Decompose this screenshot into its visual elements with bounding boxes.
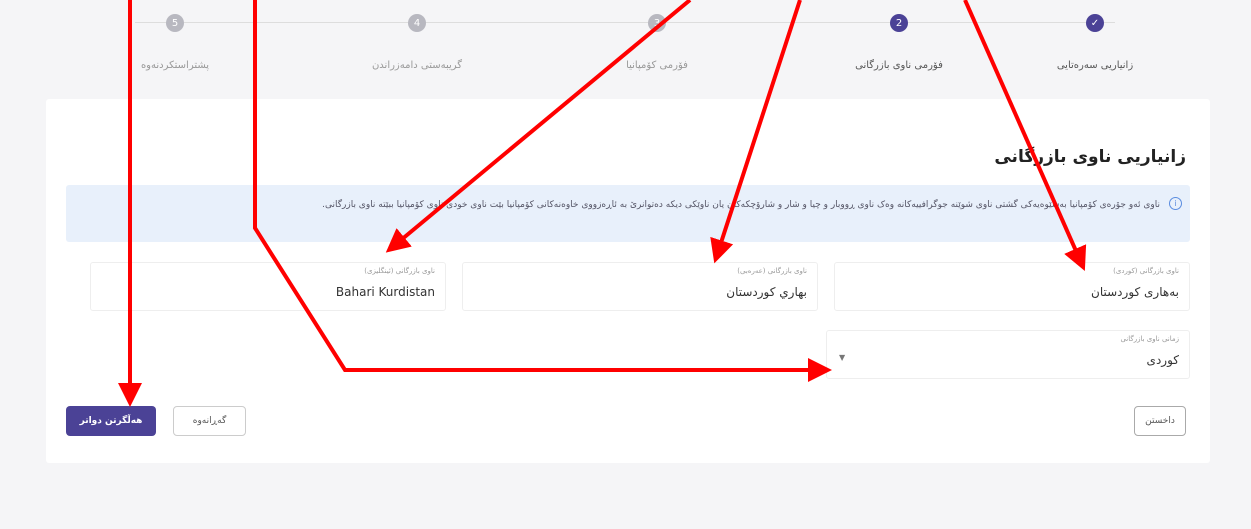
arabic-name-field[interactable]: ناوی بازرگانی (عەرەبی) بهاري كوردستان [462,262,818,311]
arabic-name-label: ناوی بازرگانی (عەرەبی) [737,267,807,275]
progress-stepper: ✓ زانیاریی سەرەتایی 2 فۆرمی ناوی بازرگان… [40,0,1210,96]
english-name-label: ناوی بازرگانی (ئینگلیزی) [364,267,435,275]
step-number: 2 [890,14,908,32]
step-number: 4 [408,14,426,32]
step-number: 5 [166,14,184,32]
chevron-down-icon[interactable]: ▼ [839,353,845,362]
language-select-value: کوردی [1146,353,1179,367]
step-label: فۆرمی کۆمپانیا [626,60,688,71]
arabic-name-value[interactable]: بهاري كوردستان [726,285,807,299]
step-5[interactable]: 5 پشتراستکردنەوە [80,14,270,71]
info-icon: i [1169,197,1182,210]
step-4[interactable]: 4 گریبەستی دامەزراندن [322,14,512,71]
kurdish-name-field[interactable]: ناوی بازرگانی (کوردی) بەهاری کوردستان [834,262,1190,311]
step-label: فۆرمی ناوی بازرگانی [855,60,943,71]
return-button[interactable]: گەڕانەوە [173,406,246,436]
step-label: زانیاریی سەرەتایی [1056,60,1134,71]
kurdish-name-value[interactable]: بەهاری کوردستان [1091,285,1179,299]
section-title: زانیاریی ناوی بازرگانی [994,147,1186,167]
kurdish-name-label: ناوی بازرگانی (کوردی) [1113,267,1179,275]
step-label: گریبەستی دامەزراندن [371,60,463,71]
close-button[interactable]: داخستن [1134,406,1186,436]
trade-name-language-select[interactable]: زمانی ناوی بازرگانی کوردی ▼ [826,330,1190,379]
check-icon: ✓ [1086,14,1104,32]
info-text: ناوی ئەو جۆرەی کۆمپانیا بەشێوەیەکی گشتی … [322,200,1160,210]
english-name-field[interactable]: ناوی بازرگانی (ئینگلیزی) Bahari Kurdista… [90,262,446,311]
trade-name-card: زانیاریی ناوی بازرگانی i ناوی ئەو جۆرەی … [46,99,1210,463]
english-name-value[interactable]: Bahari Kurdistan [336,285,435,299]
language-select-label: زمانی ناوی بازرگانی [1120,335,1179,343]
step-label: پشتراستکردنەوە [140,60,210,71]
step-1[interactable]: ✓ زانیاریی سەرەتایی [1000,14,1190,71]
step-number: 3 [648,14,666,32]
save-continue-button[interactable]: هەڵگرتن دواتر [66,406,156,436]
info-box: i ناوی ئەو جۆرەی کۆمپانیا بەشێوەیەکی گشت… [66,185,1190,242]
step-3[interactable]: 3 فۆرمی کۆمپانیا [562,14,752,71]
step-2[interactable]: 2 فۆرمی ناوی بازرگانی [804,14,994,71]
